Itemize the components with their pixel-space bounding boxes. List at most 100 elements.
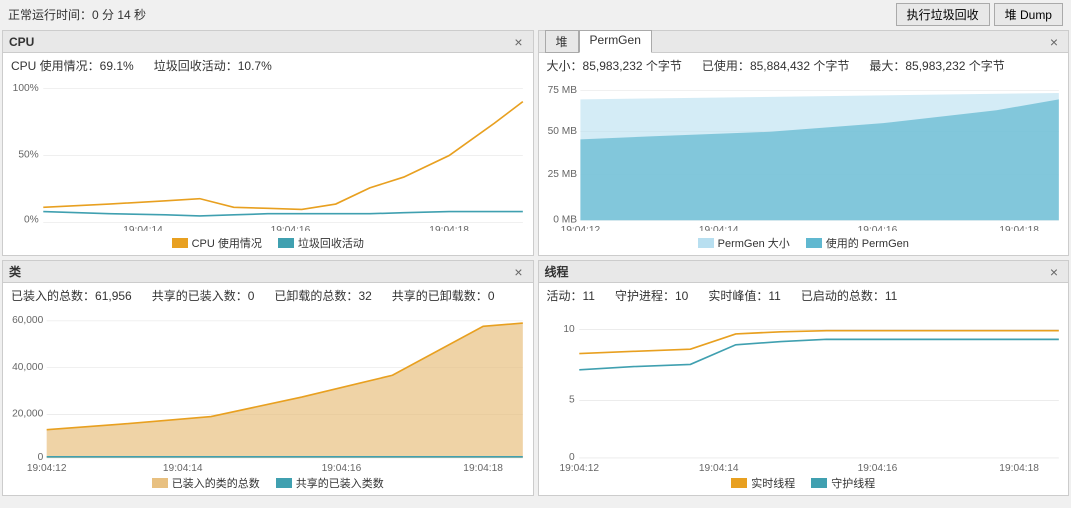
cpu-legend-2: 垃圾回收活动 bbox=[278, 235, 364, 251]
svg-text:40,000: 40,000 bbox=[12, 362, 44, 373]
heap-panel-header: 堆 PermGen × bbox=[539, 31, 1069, 53]
cpu-legend-2-label: 垃圾回收活动 bbox=[298, 235, 364, 251]
heap-used-label: 已使用： bbox=[702, 59, 750, 73]
threads-chart-area: 10 5 0 19:04:12 19:04:14 19:04:16 19:04:… bbox=[539, 308, 1069, 473]
svg-text:19:04:18: 19:04:18 bbox=[463, 463, 503, 471]
classes-loaded-value: 61,956 bbox=[95, 289, 132, 303]
cpu-panel-close[interactable]: × bbox=[510, 34, 526, 50]
classes-unloaded-stat: 已卸载的总数：32 bbox=[274, 287, 371, 304]
threads-started-label: 已启动的总数： bbox=[801, 289, 885, 303]
cpu-usage-label: CPU 使用情况： bbox=[11, 59, 100, 73]
threads-active-value: 11 bbox=[583, 289, 595, 303]
svg-text:0 MB: 0 MB bbox=[553, 215, 577, 226]
threads-chart: 10 5 0 19:04:12 19:04:14 19:04:16 19:04:… bbox=[543, 310, 1065, 471]
cpu-chart: 100% 50% 0% 19:04:14 19:04:16 19:04:18 bbox=[7, 80, 529, 231]
gc-activity-label: 垃圾回收活动： bbox=[154, 59, 238, 73]
threads-panel-close[interactable]: × bbox=[1046, 264, 1062, 280]
threads-legend-1-color bbox=[731, 478, 747, 488]
threads-active-stat: 活动：11 bbox=[547, 287, 595, 304]
threads-active-label: 活动： bbox=[547, 289, 583, 303]
svg-text:75 MB: 75 MB bbox=[547, 85, 577, 96]
svg-text:19:04:16: 19:04:16 bbox=[271, 225, 311, 231]
threads-peak-value: 11 bbox=[768, 289, 780, 303]
panels-row-1: CPU × CPU 使用情况：69.1% 垃圾回收活动：10.7% 100% 5… bbox=[0, 28, 1071, 258]
threads-legend-2: 守护线程 bbox=[811, 475, 875, 491]
permgen-tab[interactable]: PermGen bbox=[579, 30, 652, 53]
classes-legend-2-color bbox=[276, 478, 292, 488]
classes-legend-1-label: 已装入的类的总数 bbox=[172, 475, 260, 491]
heap-chart-area: 75 MB 50 MB 25 MB 0 MB 19:04:12 19:04:14… bbox=[539, 78, 1069, 233]
cpu-panel-title: CPU bbox=[9, 35, 34, 49]
panels-row-2: 类 × 已装入的总数：61,956 共享的已装入数：0 已卸载的总数：32 共享… bbox=[0, 258, 1071, 498]
svg-text:19:04:12: 19:04:12 bbox=[560, 225, 600, 231]
svg-text:19:04:14: 19:04:14 bbox=[698, 225, 738, 231]
heap-panel-close[interactable]: × bbox=[1046, 34, 1062, 50]
threads-daemon-label: 守护进程： bbox=[615, 289, 675, 303]
svg-text:25 MB: 25 MB bbox=[547, 169, 577, 180]
heap-legend-2-color bbox=[806, 238, 822, 248]
svg-text:19:04:16: 19:04:16 bbox=[857, 463, 897, 471]
heap-chart-legend: PermGen 大小 使用的 PermGen bbox=[539, 233, 1069, 255]
cpu-usage-value: 69.1% bbox=[100, 59, 134, 73]
cpu-chart-legend: CPU 使用情况 垃圾回收活动 bbox=[3, 233, 533, 255]
heap-used-stat: 已使用：85,884,432 个字节 bbox=[702, 57, 849, 74]
dump-button[interactable]: 堆 Dump bbox=[994, 3, 1063, 26]
heap-max-stat: 最大：85,983,232 个字节 bbox=[869, 57, 1004, 74]
classes-shared-loaded-label: 共享的已装入数： bbox=[152, 289, 248, 303]
heap-panel-tabs: 堆 PermGen bbox=[545, 30, 652, 53]
classes-legend-1: 已装入的类的总数 bbox=[152, 475, 260, 491]
cpu-legend-1-label: CPU 使用情况 bbox=[192, 235, 262, 251]
classes-panel-header: 类 × bbox=[3, 261, 533, 283]
cpu-legend-1-color bbox=[172, 238, 188, 248]
heap-chart: 75 MB 50 MB 25 MB 0 MB 19:04:12 19:04:14… bbox=[543, 80, 1065, 231]
classes-shared-unloaded-label: 共享的已卸载数： bbox=[392, 289, 488, 303]
classes-loaded-label: 已装入的总数： bbox=[11, 289, 95, 303]
cpu-usage-stat: CPU 使用情况：69.1% bbox=[11, 57, 134, 74]
classes-chart-legend: 已装入的类的总数 共享的已装入类数 bbox=[3, 473, 533, 495]
uptime-label: 正常运行时间：0 分 14 秒 bbox=[8, 6, 146, 23]
threads-started-stat: 已启动的总数：11 bbox=[801, 287, 897, 304]
cpu-panel: CPU × CPU 使用情况：69.1% 垃圾回收活动：10.7% 100% 5… bbox=[2, 30, 534, 256]
classes-chart-area: 60,000 40,000 20,000 0 19:04:12 19:04:14… bbox=[3, 308, 533, 473]
classes-shared-loaded-stat: 共享的已装入数：0 bbox=[152, 287, 255, 304]
svg-text:5: 5 bbox=[569, 395, 575, 406]
cpu-panel-stats: CPU 使用情况：69.1% 垃圾回收活动：10.7% bbox=[3, 53, 533, 78]
heap-panel: 堆 PermGen × 大小：85,983,232 个字节 已使用：85,884… bbox=[538, 30, 1070, 256]
heap-legend-1-color bbox=[698, 238, 714, 248]
svg-text:0: 0 bbox=[38, 452, 44, 463]
svg-text:50%: 50% bbox=[18, 150, 39, 161]
svg-text:19:04:12: 19:04:12 bbox=[27, 463, 67, 471]
classes-panel-close[interactable]: × bbox=[510, 264, 526, 280]
heap-size-stat: 大小：85,983,232 个字节 bbox=[547, 57, 682, 74]
heap-panel-stats: 大小：85,983,232 个字节 已使用：85,884,432 个字节 最大：… bbox=[539, 53, 1069, 78]
gc-button[interactable]: 执行垃圾回收 bbox=[896, 3, 990, 26]
svg-text:19:04:14: 19:04:14 bbox=[163, 463, 203, 471]
heap-tab[interactable]: 堆 bbox=[545, 30, 579, 53]
svg-text:100%: 100% bbox=[13, 83, 39, 94]
top-bar-actions: 执行垃圾回收 堆 Dump bbox=[896, 3, 1063, 26]
svg-text:19:04:16: 19:04:16 bbox=[322, 463, 362, 471]
svg-text:19:04:14: 19:04:14 bbox=[123, 225, 163, 231]
svg-text:19:04:18: 19:04:18 bbox=[429, 225, 469, 231]
svg-text:0: 0 bbox=[569, 452, 575, 463]
classes-loaded-stat: 已装入的总数：61,956 bbox=[11, 287, 132, 304]
cpu-legend-1: CPU 使用情况 bbox=[172, 235, 262, 251]
classes-legend-2: 共享的已装入类数 bbox=[276, 475, 384, 491]
classes-shared-unloaded-value: 0 bbox=[488, 289, 495, 303]
top-bar: 正常运行时间：0 分 14 秒 执行垃圾回收 堆 Dump bbox=[0, 0, 1071, 28]
classes-legend-1-color bbox=[152, 478, 168, 488]
classes-legend-2-label: 共享的已装入类数 bbox=[296, 475, 384, 491]
threads-legend-1: 实时线程 bbox=[731, 475, 795, 491]
classes-panel-title: 类 bbox=[9, 263, 21, 280]
classes-panel: 类 × 已装入的总数：61,956 共享的已装入数：0 已卸载的总数：32 共享… bbox=[2, 260, 534, 496]
classes-unloaded-value: 32 bbox=[358, 289, 371, 303]
threads-peak-label: 实时峰值： bbox=[708, 289, 768, 303]
classes-panel-stats: 已装入的总数：61,956 共享的已装入数：0 已卸载的总数：32 共享的已卸载… bbox=[3, 283, 533, 308]
heap-legend-2: 使用的 PermGen bbox=[806, 235, 909, 251]
heap-legend-1: PermGen 大小 bbox=[698, 235, 790, 251]
threads-panel-header: 线程 × bbox=[539, 261, 1069, 283]
classes-shared-unloaded-stat: 共享的已卸载数：0 bbox=[392, 287, 495, 304]
threads-legend-1-label: 实时线程 bbox=[751, 475, 795, 491]
svg-text:19:04:12: 19:04:12 bbox=[559, 463, 599, 471]
svg-text:19:04:18: 19:04:18 bbox=[999, 225, 1039, 231]
